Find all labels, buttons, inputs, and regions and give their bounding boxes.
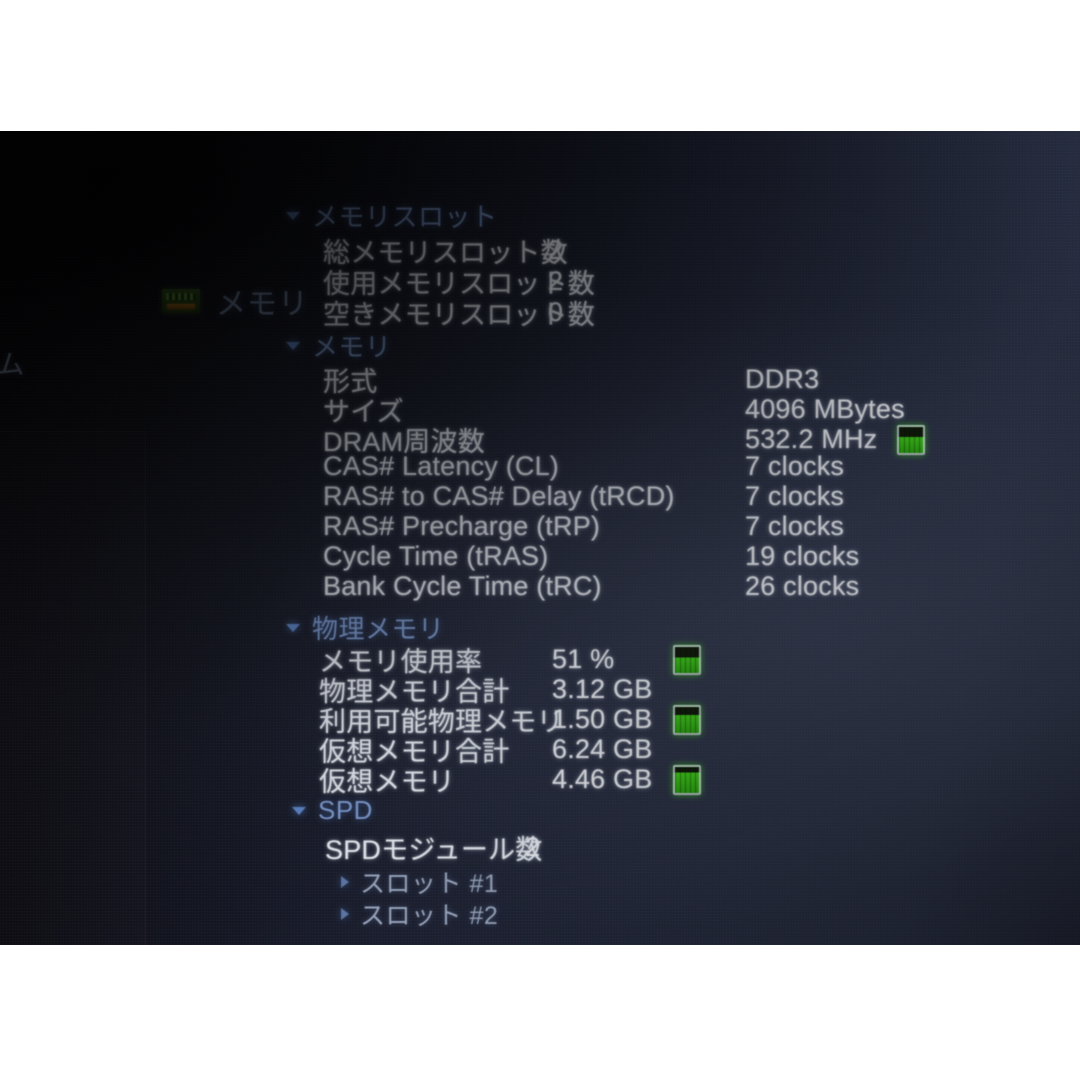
left-panel-chrome (0, 431, 146, 945)
group-label: SPD (318, 795, 373, 825)
row-value: 7 clocks (745, 481, 845, 511)
page-title: メモリ (216, 288, 309, 321)
gauge-icon (673, 764, 701, 795)
table-row: RAS# to CAS# Delay (tRCD) 7 clocks (323, 481, 844, 512)
row-value: 4.46 GB (552, 764, 653, 794)
table-row: SPDモジュール数 2 (325, 828, 543, 867)
row-label: Bank Cycle Time (tRC) (323, 571, 602, 601)
table-row: Bank Cycle Time (tRC) 26 clocks (323, 571, 859, 602)
row-label: RAS# to CAS# Delay (tRCD) (323, 481, 675, 511)
group-label: メモリスロット (312, 202, 498, 232)
triangle-down-icon[interactable] (286, 623, 300, 632)
row-label: Cycle Time (tRAS) (323, 541, 549, 571)
row-value: 7 clocks (745, 511, 845, 541)
triangle-right-icon[interactable] (341, 876, 349, 888)
screenshot-root: ステム メモリ メモリスロット 総メモリスロット数 2 使用メモリスロット数 2 (0, 0, 1080, 1080)
page-header: メモリ (162, 279, 309, 323)
table-row: RAS# Precharge (tRP) 7 clocks (323, 511, 844, 542)
table-row: CAS# Latency (CL) 7 clocks (323, 451, 844, 482)
group-label: メモリ (312, 332, 392, 362)
gauge-icon (897, 424, 925, 455)
row-value: 19 clocks (745, 541, 860, 571)
table-row: 仮想メモリ 4.46 GB (319, 760, 701, 799)
list-item[interactable]: スロット #2 (341, 896, 498, 932)
photographed-screen: ステム メモリ メモリスロット 総メモリスロット数 2 使用メモリスロット数 2 (0, 131, 1080, 945)
row-label: SPDモジュール数 (325, 835, 543, 865)
group-header-spd[interactable]: SPD (292, 795, 373, 826)
group-header-memory[interactable]: メモリ (286, 327, 392, 364)
row-value: 0 (548, 297, 564, 327)
list-item-label: スロット #1 (360, 870, 499, 898)
list-item-label: スロット #2 (360, 902, 499, 930)
group-header-memory-slots[interactable]: メモリスロット (286, 197, 498, 234)
gauge-icon (673, 644, 701, 675)
table-row: Cycle Time (tRAS) 19 clocks (323, 541, 859, 572)
row-value: 7 clocks (745, 451, 845, 481)
triangle-down-icon[interactable] (286, 341, 300, 350)
row-label: RAS# Precharge (tRP) (323, 511, 601, 541)
row-value: 26 clocks (745, 571, 860, 601)
gauge-icon (673, 704, 701, 735)
list-item[interactable]: スロット #1 (341, 864, 498, 900)
ram-stick-icon (162, 289, 200, 313)
row-value: 2 (525, 832, 541, 862)
triangle-down-icon[interactable] (286, 211, 300, 220)
triangle-down-icon[interactable] (292, 806, 306, 815)
sidebar-item-system[interactable]: ステム (0, 343, 25, 382)
triangle-right-icon[interactable] (341, 908, 349, 920)
row-label: CAS# Latency (CL) (323, 451, 559, 481)
row-label: 仮想メモリ (319, 767, 455, 797)
